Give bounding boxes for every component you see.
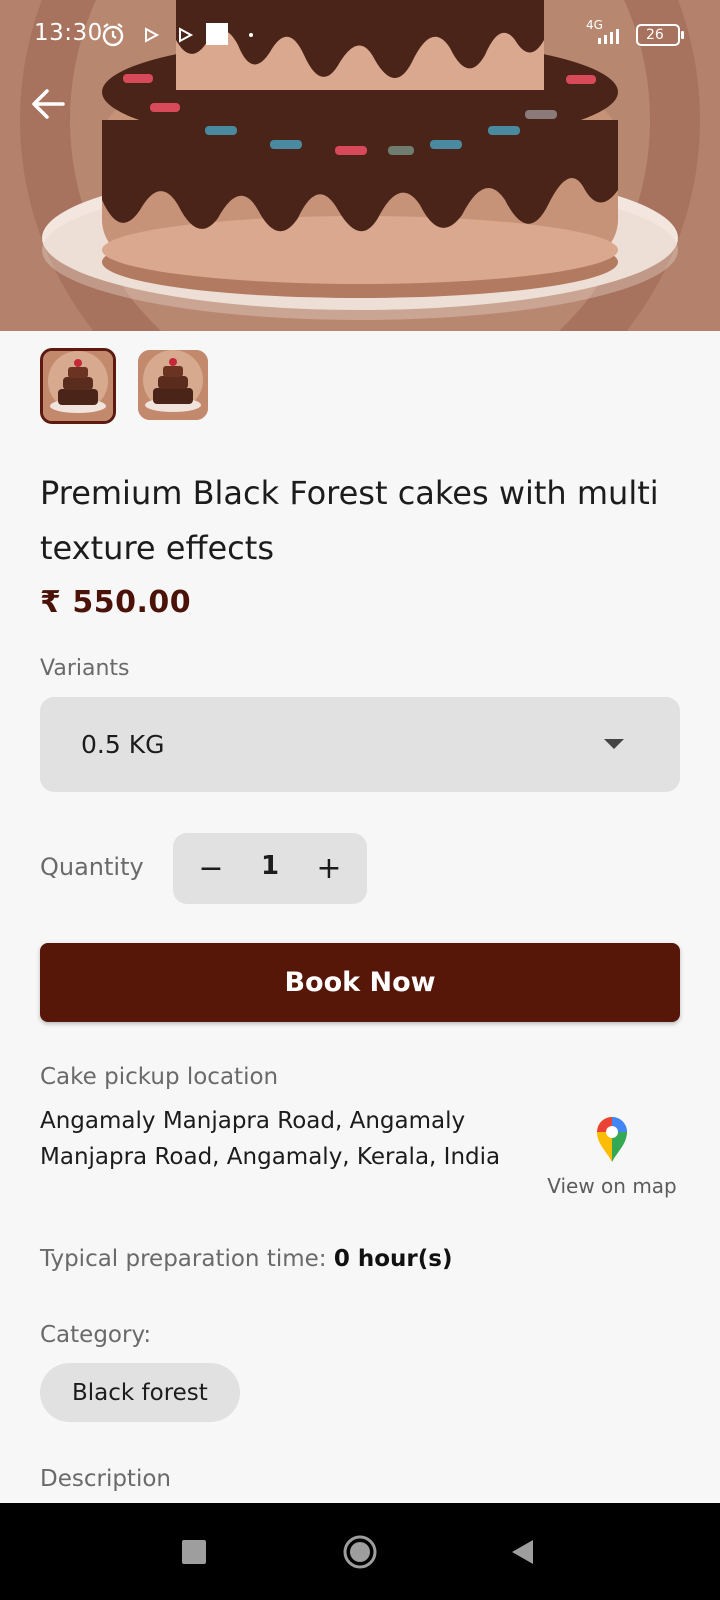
category-chip[interactable]: Black forest: [40, 1363, 240, 1422]
play-icon: [179, 27, 194, 43]
dot-icon: [249, 33, 253, 37]
nav-home-button[interactable]: [320, 1503, 400, 1600]
pickup-address: Angamaly Manjapra Road, Angamaly Manjapr…: [40, 1108, 501, 1170]
variant-dropdown[interactable]: 0.5 KG: [40, 697, 680, 792]
nav-back-button[interactable]: [482, 1503, 562, 1600]
play-icon: [145, 27, 160, 43]
nav-recents-icon: [182, 1539, 206, 1564]
dropdown-caret-icon: [604, 739, 624, 749]
view-on-map-link[interactable]: View on map: [538, 1114, 686, 1204]
quantity-label: Quantity: [40, 853, 144, 881]
battery-tip: [681, 31, 684, 39]
square-icon: [206, 23, 228, 45]
preparation-time-label: Typical preparation time:: [40, 1246, 327, 1272]
thumbnail-1[interactable]: [40, 348, 116, 424]
nav-recents-button[interactable]: [154, 1503, 234, 1600]
back-button[interactable]: [30, 88, 80, 138]
cake-thumbnail-image: [43, 351, 113, 421]
book-now-button[interactable]: Book Now: [40, 943, 680, 1022]
thumbnail-2[interactable]: [138, 350, 208, 420]
category-label: Category:: [40, 1322, 152, 1348]
preparation-time: Typical preparation time: 0 hour(s): [40, 1246, 452, 1272]
quantity-increase-button[interactable]: +: [299, 833, 359, 904]
quantity-stepper: − 1 +: [173, 833, 367, 904]
variants-label: Variants: [40, 656, 130, 681]
product-title: Premium Black Forest cakes with multi te…: [40, 474, 659, 567]
preparation-time-value: 0 hour(s): [333, 1246, 453, 1272]
nav-home-icon: [343, 1535, 377, 1568]
signal-icon: [598, 29, 619, 44]
battery-icon: 26: [636, 24, 680, 46]
alarm-icon: [102, 23, 124, 47]
back-arrow-icon: [32, 89, 65, 119]
map-pin-icon: [597, 1117, 627, 1162]
view-on-map-label: View on map: [547, 1174, 677, 1198]
plus-icon: +: [316, 851, 342, 886]
nav-back-icon: [512, 1539, 533, 1564]
cake-thumbnail-image: [138, 350, 208, 420]
description-label: Description: [40, 1466, 171, 1492]
status-bar: 13:30 4G 26: [0, 0, 720, 68]
hero-image: 13:30 4G 26: [0, 0, 720, 331]
battery-level: 26: [646, 27, 664, 43]
variant-selected-value: 0.5 KG: [81, 730, 165, 759]
system-navigation-bar: [0, 1503, 720, 1600]
status-time: 13:30: [34, 20, 103, 46]
pickup-location-label: Cake pickup location: [40, 1064, 279, 1090]
product-price: ₹ 550.00: [40, 585, 192, 620]
